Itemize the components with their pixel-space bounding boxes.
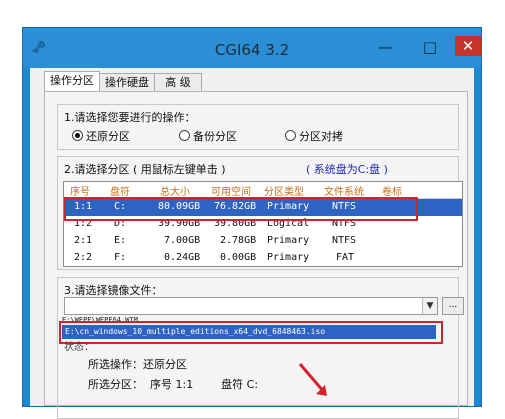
table-row[interactable]: 2:1 E: 7.00GB 2.78GB Primary NTFS [64, 233, 462, 250]
col-label[interactable]: 卷标 [382, 183, 402, 198]
col-free[interactable]: 可用空间 [211, 183, 251, 198]
cell-number: 2:1 [74, 235, 93, 246]
cell-fs: NTFS [332, 235, 357, 246]
system-disk-note: ( 系统盘为C:盘 ) [306, 163, 388, 176]
title-bar[interactable]: 🗝 CGI64 3.2 — □ ✕ [23, 28, 481, 68]
image-group: 3.请选择镜像文件： ▼ ... E:\WEPE\WEPE64.WIM E:\c… [57, 277, 464, 419]
cell-total: 7.00GB [164, 235, 201, 246]
selected-row-highlight [64, 197, 418, 221]
cell-fs: FAT [336, 252, 355, 263]
cell-free: 0.00GB [220, 252, 257, 263]
tab-panel: 1.请选择您要进行的操作： 还原分区 备份分区 分区对拷 2.请选择分区 ( 用… [44, 91, 468, 419]
image-path-select[interactable]: ▼ [64, 297, 438, 315]
col-fs[interactable]: 文件系统 [324, 183, 364, 198]
restore-radio[interactable]: 还原分区 [72, 128, 130, 144]
operation-label: 1.请选择您要进行的操作： [64, 111, 196, 124]
cell-drive: E: [114, 235, 127, 246]
cell-free: 2.78GB [220, 235, 257, 246]
tab-advanced[interactable]: 高 级 [154, 73, 202, 92]
image-label: 3.请选择镜像文件： [64, 284, 163, 297]
cell-type: Primary [267, 252, 310, 263]
col-number[interactable]: 序号 [70, 183, 90, 198]
window-client: 操作分区 操作硬盘 高 级 1.请选择您要进行的操作： 还原分区 备份分区 分区… [30, 68, 474, 419]
radio-unchecked-icon [179, 130, 190, 141]
backup-radio[interactable]: 备份分区 [179, 128, 237, 144]
maximize-button[interactable]: □ [423, 38, 437, 56]
app-window: 🗝 CGI64 3.2 — □ ✕ 操作分区 操作硬盘 高 级 1.请选择您要进… [22, 27, 482, 419]
partition-group: 2.请选择分区 ( 用鼠标左键单击 ) ( 系统盘为C:盘 ) 序号 盘符 总大… [57, 156, 463, 270]
chevron-down-icon[interactable]: ▼ [422, 298, 437, 314]
close-button[interactable]: ✕ [455, 36, 481, 56]
partition-table: 序号 盘符 总大小 可用空间 分区类型 文件系统 卷标 1:1 C: 80.09… [63, 181, 463, 267]
tab-partition-ops[interactable]: 操作分区 [44, 71, 100, 93]
cell-drive: F: [114, 252, 127, 263]
col-type[interactable]: 分区类型 [264, 183, 304, 198]
minimize-button[interactable]: — [378, 38, 393, 56]
status-partition: 所选分区： 序号 1:1 盘符 C: [88, 378, 259, 391]
iso-highlight [59, 321, 443, 344]
col-drive[interactable]: 盘符 [110, 183, 130, 198]
partition-label: 2.请选择分区 ( 用鼠标左键单击 ) [64, 163, 226, 176]
tab-disk-ops[interactable]: 操作硬盘 [99, 73, 155, 92]
backup-radio-label: 备份分区 [193, 130, 237, 143]
radio-unchecked-icon [285, 130, 296, 141]
table-row[interactable]: 2:2 F: 0.24GB 0.00GB Primary FAT [64, 250, 462, 267]
window-title: CGI64 3.2 [214, 41, 290, 59]
col-total[interactable]: 总大小 [160, 183, 190, 198]
red-arrow-annotation [298, 363, 327, 396]
cell-total: 0.24GB [164, 252, 201, 263]
browse-button[interactable]: ... [442, 297, 464, 315]
cell-number: 2:2 [74, 252, 93, 263]
status-label: 状态： [64, 342, 94, 353]
clone-radio[interactable]: 分区对拷 [285, 128, 343, 144]
cell-type: Primary [267, 235, 310, 246]
operation-group: 1.请选择您要进行的操作： 还原分区 备份分区 分区对拷 [57, 104, 459, 150]
radio-checked-icon [72, 130, 83, 141]
status-operation: 所选操作：还原分区 [88, 358, 187, 371]
clone-radio-label: 分区对拷 [299, 130, 343, 143]
restore-radio-label: 还原分区 [86, 130, 130, 143]
